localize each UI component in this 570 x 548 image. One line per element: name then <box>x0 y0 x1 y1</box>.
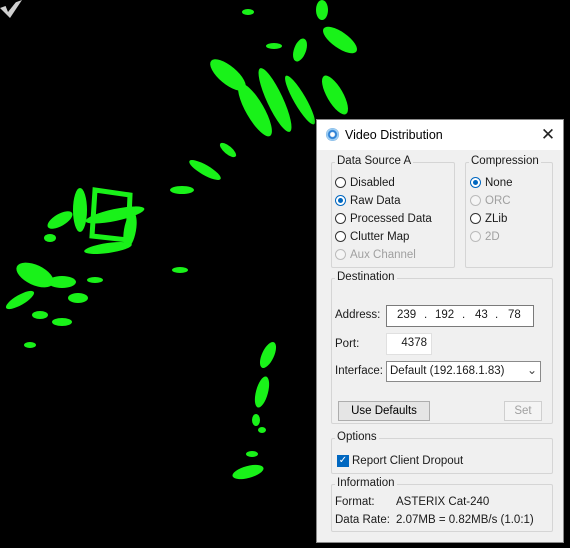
interface-select[interactable]: Default (192.168.1.83) ⌄ <box>386 361 541 382</box>
radio-indicator[interactable] <box>335 195 346 206</box>
radio-none[interactable]: None <box>470 175 513 190</box>
radio-label: Processed Data <box>350 212 432 225</box>
radio-label: ZLib <box>485 212 508 225</box>
radio-indicator[interactable] <box>335 213 346 224</box>
data-rate-value: 2.07MB = 0.82MB/s (1.0:1) <box>396 514 534 526</box>
radio-indicator[interactable] <box>470 177 481 188</box>
set-button: Set <box>504 401 542 421</box>
radio-label: Aux Channel <box>350 248 416 261</box>
radio-indicator <box>470 231 481 242</box>
format-value: ASTERIX Cat-240 <box>396 496 490 508</box>
radio-raw-data[interactable]: Raw Data <box>335 193 401 208</box>
radar-echo <box>316 0 328 20</box>
radar-echo <box>170 186 194 194</box>
radio-indicator[interactable] <box>470 213 481 224</box>
radar-echo <box>242 9 254 15</box>
radio-indicator[interactable] <box>335 177 346 188</box>
format-label: Format: <box>335 496 375 508</box>
ip-separator: . <box>462 309 466 321</box>
data-source-group: Data Source A Disabled Raw Data Processe… <box>331 155 455 268</box>
radar-echo <box>172 267 188 273</box>
destination-group: Destination Address: 239 . 192 . 43 . 78… <box>331 271 553 424</box>
ip-octet-1[interactable]: 239 <box>397 309 416 321</box>
radar-echo <box>68 293 88 303</box>
options-group: Options ✓ Report Client Dropout <box>331 431 553 474</box>
radar-echo <box>44 234 56 242</box>
radio-indicator <box>470 195 481 206</box>
radar-echo <box>293 38 307 62</box>
video-distribution-dialog: Video Distribution ✕ Data Source A Disab… <box>316 119 564 543</box>
ip-octet-4[interactable]: 78 <box>508 309 521 321</box>
radar-echo <box>52 318 72 326</box>
radar-echo <box>232 464 264 480</box>
data-rate-label: Data Rate: <box>335 514 390 526</box>
data-source-legend: Data Source A <box>335 155 414 167</box>
radar-echo <box>24 342 36 348</box>
radar-echo <box>322 75 348 115</box>
radar-echo <box>189 160 221 180</box>
radar-echo <box>246 451 258 457</box>
radar-echo <box>322 26 358 54</box>
radar-echo <box>87 277 103 283</box>
radio-clutter-map[interactable]: Clutter Map <box>335 229 409 244</box>
radio-2d: 2D <box>470 229 500 244</box>
chevron-down-icon[interactable]: ⌄ <box>527 363 537 377</box>
address-label: Address: <box>335 309 381 321</box>
radar-echo <box>252 414 260 426</box>
port-input[interactable]: 4378 <box>386 333 432 355</box>
ip-octet-2[interactable]: 192 <box>435 309 454 321</box>
radar-echo <box>73 188 87 232</box>
information-legend: Information <box>335 477 397 489</box>
radio-indicator <box>335 249 346 260</box>
interface-value: Default (192.168.1.83) <box>390 365 505 377</box>
radar-echo <box>5 290 35 310</box>
radar-echo <box>254 376 270 408</box>
radio-zlib[interactable]: ZLib <box>470 211 507 226</box>
radio-label: Raw Data <box>350 194 401 207</box>
radio-label: Disabled <box>350 176 395 189</box>
radio-disabled[interactable]: Disabled <box>335 175 395 190</box>
title-bar: Video Distribution ✕ <box>317 120 563 150</box>
radio-label: Clutter Map <box>350 230 410 243</box>
ip-separator: . <box>495 309 499 321</box>
dialog-title: Video Distribution <box>345 128 443 142</box>
radar-echo <box>16 262 54 288</box>
radar-echo <box>219 142 237 158</box>
checkbox-label: Report Client Dropout <box>352 454 464 467</box>
interface-label: Interface: <box>335 365 383 377</box>
radar-echo <box>32 311 48 319</box>
port-label: Port: <box>335 338 360 350</box>
radio-processed-data[interactable]: Processed Data <box>335 211 432 226</box>
radar-echo <box>266 43 282 49</box>
radar-echo <box>48 276 76 288</box>
radio-label: None <box>485 176 513 189</box>
radar-echo <box>258 427 266 433</box>
radar-echo <box>259 342 277 368</box>
destination-legend: Destination <box>335 271 397 283</box>
radio-label: 2D <box>485 230 500 243</box>
radio-label: ORC <box>485 194 511 207</box>
compression-legend: Compression <box>469 155 541 167</box>
radio-indicator[interactable] <box>335 231 346 242</box>
close-icon[interactable]: ✕ <box>533 120 563 150</box>
radar-icon <box>326 128 339 141</box>
radio-aux-channel: Aux Channel <box>335 247 416 262</box>
ip-separator: . <box>424 309 428 321</box>
ip-octet-3[interactable]: 43 <box>475 309 488 321</box>
information-group: Information Format: ASTERIX Cat-240 Data… <box>331 477 553 532</box>
report-client-dropout-checkbox[interactable]: ✓ Report Client Dropout <box>337 453 463 468</box>
options-legend: Options <box>335 431 379 443</box>
radar-echo <box>47 211 73 229</box>
checkbox-indicator[interactable]: ✓ <box>337 454 349 467</box>
compression-group: Compression None ORC ZLib 2D <box>465 155 553 268</box>
radio-orc: ORC <box>470 193 511 208</box>
use-defaults-button[interactable]: Use Defaults <box>338 401 430 421</box>
address-input[interactable]: 239 . 192 . 43 . 78 <box>386 305 534 327</box>
